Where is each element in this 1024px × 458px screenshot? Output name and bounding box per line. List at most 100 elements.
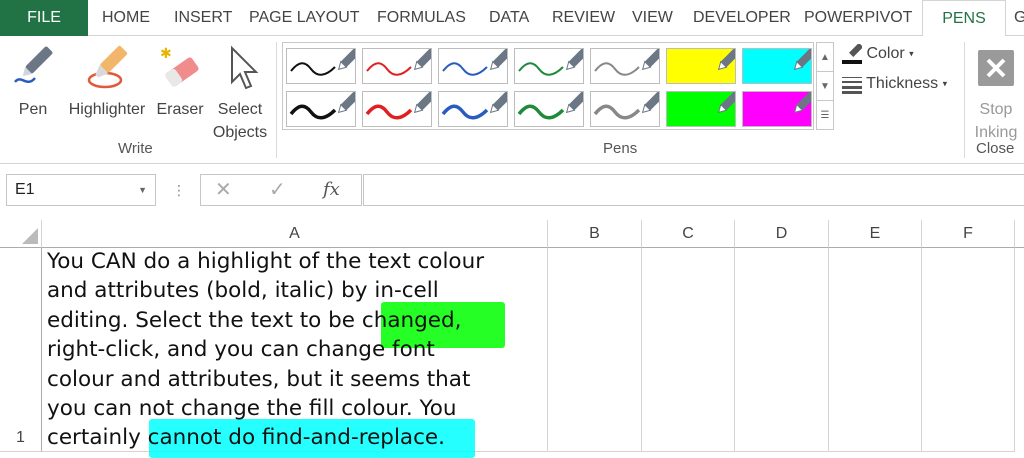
pen-swatch[interactable] xyxy=(362,47,437,84)
column-header-g[interactable] xyxy=(1015,220,1024,248)
column-header-a[interactable]: A xyxy=(42,220,548,248)
pen-swatch[interactable] xyxy=(514,90,589,127)
pen-stroke-icon xyxy=(365,90,437,120)
cell-c1[interactable] xyxy=(642,248,735,452)
cell-a1-text: You CAN do a highlight of the text colou… xyxy=(47,247,484,453)
eraser-button[interactable]: ✱ Eraser xyxy=(154,40,206,136)
tab-file[interactable]: FILE xyxy=(0,0,88,36)
pen-label: Pen xyxy=(18,101,48,118)
cell-text-line: you can not change the fill colour. You xyxy=(47,396,457,422)
cell-d1[interactable] xyxy=(735,248,829,452)
pen-stroke-icon xyxy=(290,47,361,76)
cell-e1[interactable] xyxy=(829,248,922,452)
thickness-icon xyxy=(842,74,862,94)
column-header-b[interactable]: B xyxy=(548,220,642,248)
highlighter-label: Highlighter xyxy=(68,101,146,118)
cell-text-line: and attributes (bold, italic) by in-cell xyxy=(47,278,439,304)
color-label: Color xyxy=(866,45,905,63)
formula-input[interactable] xyxy=(363,174,1024,206)
pen-color-icon xyxy=(842,42,864,64)
thickness-dropdown-arrow-icon: ▾ xyxy=(942,78,948,89)
pen-stroke-icon xyxy=(366,47,437,76)
cancel-icon[interactable]: ✕ xyxy=(215,177,232,202)
thickness-button[interactable]: Thickness ▾ xyxy=(842,74,947,94)
column-header-c[interactable]: C xyxy=(642,220,735,248)
highlighter-swatch[interactable] xyxy=(666,90,741,127)
highlighter-fill-icon xyxy=(667,47,741,83)
pen-swatch[interactable] xyxy=(438,47,513,84)
name-box-dropdown-icon[interactable]: ▼ xyxy=(138,175,147,205)
pen-stroke-icon xyxy=(518,47,589,76)
pen-swatch[interactable] xyxy=(438,90,513,127)
ribbon-tab-bar: FILE HOME INSERT PAGE LAYOUT FORMULAS DA… xyxy=(0,0,1024,37)
group-separator xyxy=(964,42,965,158)
cell-text-line: editing. Select the text to be changed, xyxy=(47,307,462,333)
pen-swatch[interactable] xyxy=(286,47,361,84)
pen-swatch[interactable] xyxy=(286,90,361,127)
stop-inking-label: Stop Inking xyxy=(974,101,1018,141)
formula-bar-grip-icon[interactable]: ⋮ xyxy=(172,182,186,199)
gallery-more-icon[interactable]: ☰ xyxy=(817,101,833,130)
select-objects-button[interactable]: Select Objects xyxy=(208,40,272,141)
pen-swatch[interactable] xyxy=(590,47,665,84)
cell-text-line: certainly cannot do find-and-replace. xyxy=(47,425,445,451)
cell-b1[interactable] xyxy=(548,248,642,452)
tab-page-layout[interactable]: PAGE LAYOUT xyxy=(249,0,360,36)
pen-button[interactable]: Pen xyxy=(10,40,56,136)
gallery-scroll: ▲ ▼ ☰ xyxy=(816,42,834,130)
cell-f1[interactable] xyxy=(922,248,1015,452)
tab-formulas[interactable]: FORMULAS xyxy=(377,0,466,36)
group-separator xyxy=(276,42,277,158)
column-header-d[interactable]: D xyxy=(735,220,829,248)
enter-check-icon[interactable]: ✓ xyxy=(269,177,286,202)
stop-inking-button[interactable]: Stop Inking xyxy=(968,40,1024,141)
tab-insert[interactable]: INSERT xyxy=(174,0,232,36)
column-header-f[interactable]: F xyxy=(922,220,1015,248)
tab-overflow[interactable]: G xyxy=(1014,0,1024,36)
tab-review[interactable]: REVIEW xyxy=(552,0,615,36)
column-header-e[interactable]: E xyxy=(829,220,922,248)
gallery-up-arrow-icon[interactable]: ▲ xyxy=(817,43,833,72)
eraser-icon: ✱ xyxy=(158,44,202,97)
pen-stroke-icon xyxy=(442,47,513,76)
tab-pens[interactable]: PENS xyxy=(922,0,1006,37)
insert-function-icon[interactable]: fx xyxy=(323,179,340,200)
formula-buttons: ✕ ✓ fx xyxy=(200,174,362,206)
select-objects-label: Select Objects xyxy=(212,101,268,141)
highlighter-swatch[interactable] xyxy=(742,90,817,127)
pen-stroke-icon xyxy=(289,90,361,120)
cell-text-line: right-click, and you can change font xyxy=(47,337,435,363)
write-group-label: Write xyxy=(118,140,153,157)
tab-developer[interactable]: DEVELOPER xyxy=(693,0,791,36)
highlighter-swatch[interactable] xyxy=(742,47,817,84)
name-box[interactable]: E1 ▼ xyxy=(6,174,156,206)
row-header-1[interactable]: 1 xyxy=(0,248,42,452)
color-dropdown-arrow-icon: ▾ xyxy=(909,48,914,59)
color-button[interactable]: Color ▾ xyxy=(842,42,914,64)
highlighter-fill-icon xyxy=(667,90,741,126)
pen-stroke-icon xyxy=(593,90,665,120)
pens-group-label: Pens xyxy=(603,140,638,157)
pen-swatch[interactable] xyxy=(362,90,437,127)
tab-powerpivot[interactable]: POWERPIVOT xyxy=(804,0,912,36)
pens-gallery xyxy=(282,42,817,130)
tab-data[interactable]: DATA xyxy=(489,0,529,36)
pen-stroke-icon xyxy=(594,47,665,76)
svg-text:✱: ✱ xyxy=(160,45,172,61)
gallery-down-arrow-icon[interactable]: ▼ xyxy=(817,72,833,101)
select-all-corner[interactable] xyxy=(0,220,42,248)
formula-bar: E1 ▼ ⋮ ✕ ✓ fx xyxy=(0,164,1024,220)
pen-swatch[interactable] xyxy=(590,90,665,127)
close-icon xyxy=(978,44,1014,91)
highlighter-swatch[interactable] xyxy=(666,47,741,84)
highlighter-fill-icon xyxy=(743,90,817,126)
highlighter-button[interactable]: Highlighter xyxy=(62,40,152,136)
thickness-label: Thickness xyxy=(866,75,939,93)
pen-swatch[interactable] xyxy=(514,47,589,84)
eraser-label: Eraser xyxy=(156,101,204,118)
tab-view[interactable]: VIEW xyxy=(632,0,673,36)
close-group-label: Close xyxy=(976,140,1015,157)
tab-home[interactable]: HOME xyxy=(102,0,150,36)
pen-stroke-icon xyxy=(441,90,513,120)
cell-text-line: You CAN do a highlight of the text colou… xyxy=(47,249,485,274)
